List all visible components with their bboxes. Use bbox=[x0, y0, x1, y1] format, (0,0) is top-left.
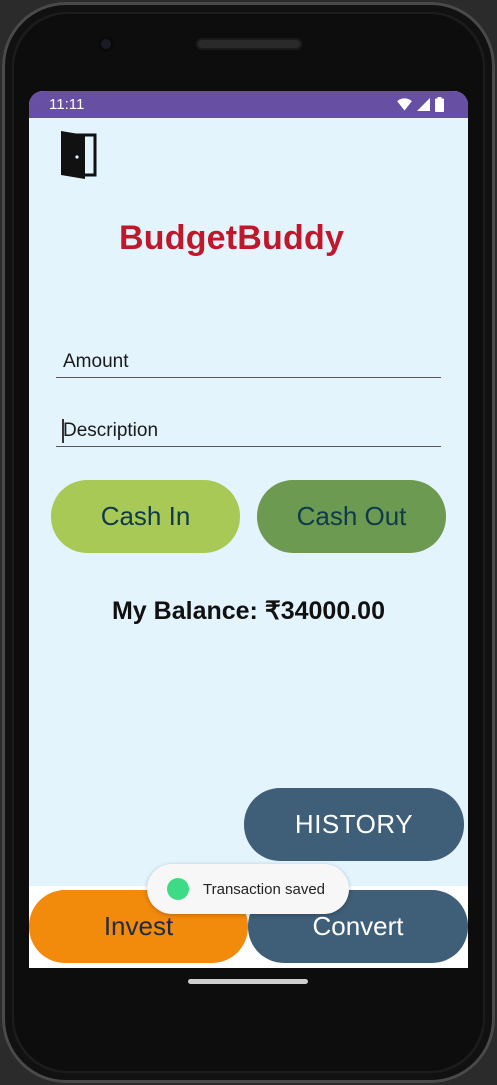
description-field[interactable]: Description bbox=[56, 418, 441, 447]
front-camera bbox=[98, 36, 114, 52]
amount-field[interactable]: Amount bbox=[56, 349, 441, 378]
android-icon bbox=[167, 878, 189, 900]
signal-icon bbox=[417, 98, 430, 111]
app-title: BudgetBuddy bbox=[119, 219, 345, 257]
status-bar: 11:11 bbox=[29, 91, 468, 118]
balance-text: My Balance: ₹34000.00 bbox=[111, 597, 385, 625]
description-placeholder: Description bbox=[63, 420, 159, 441]
door-exit-icon[interactable] bbox=[59, 129, 97, 181]
cash-out-button[interactable]: Cash Out bbox=[257, 480, 446, 553]
app-screen: 11:11 BudgetBuddy Amount Description Cas… bbox=[29, 91, 468, 968]
battery-icon bbox=[435, 97, 444, 112]
cash-in-button[interactable]: Cash In bbox=[51, 480, 240, 553]
status-icons bbox=[397, 97, 444, 112]
toast-message: Transaction saved bbox=[203, 880, 326, 898]
toast-notification: Transaction saved bbox=[147, 864, 349, 914]
history-button[interactable]: HISTORY bbox=[244, 788, 464, 861]
earpiece-speaker bbox=[196, 38, 302, 50]
amount-placeholder: Amount bbox=[63, 351, 129, 372]
wifi-icon bbox=[397, 98, 412, 111]
home-gesture-bar[interactable] bbox=[188, 979, 308, 984]
status-time: 11:11 bbox=[49, 96, 85, 113]
